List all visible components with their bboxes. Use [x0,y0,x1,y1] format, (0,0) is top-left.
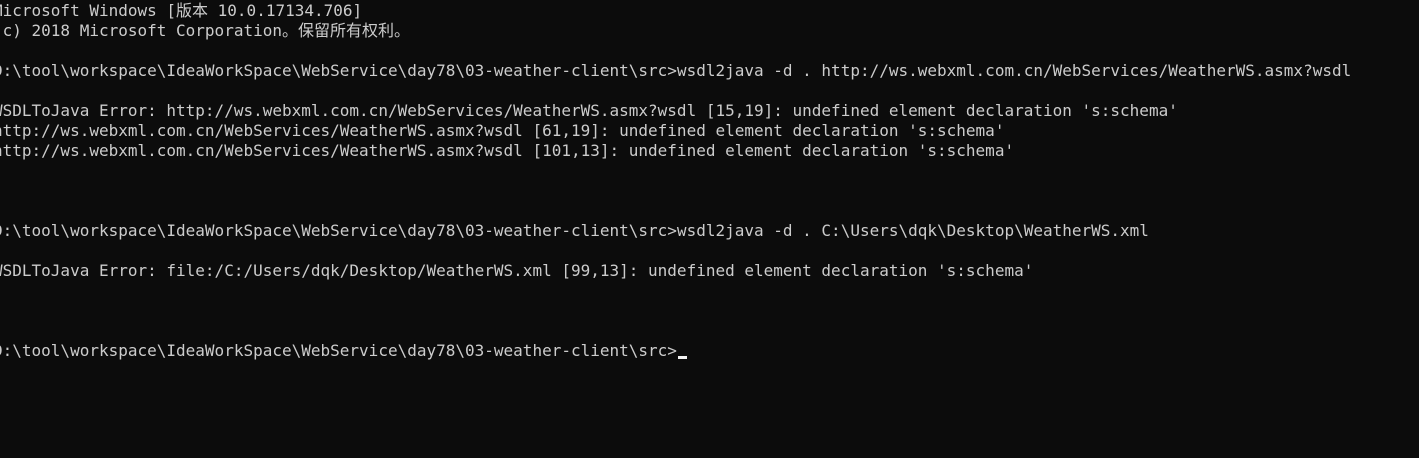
prompt-text: D:\tool\workspace\IdeaWorkSpace\WebServi… [0,341,677,360]
header-version-line: Microsoft Windows [版本 10.0.17134.706] [0,1,363,20]
header-copyright-line: (c) 2018 Microsoft Corporation。保留所有权利。 [0,21,410,40]
console-window[interactable]: Microsoft Windows [版本 10.0.17134.706] (c… [0,0,1419,458]
prompt-line[interactable]: D:\tool\workspace\IdeaWorkSpace\WebServi… [0,341,1419,361]
error-line: WSDLToJava Error: file:/C:/Users/dqk/Des… [0,261,1034,280]
command-line: D:\tool\workspace\IdeaWorkSpace\WebServi… [0,221,1149,240]
command-line: D:\tool\workspace\IdeaWorkSpace\WebServi… [0,61,1352,80]
console-output[interactable]: Microsoft Windows [版本 10.0.17134.706] (c… [0,1,1419,361]
text-cursor [677,356,687,359]
error-line: WSDLToJava Error: http://ws.webxml.com.c… [0,101,1178,120]
error-line: http://ws.webxml.com.cn/WebServices/Weat… [0,141,1015,160]
error-line: http://ws.webxml.com.cn/WebServices/Weat… [0,121,1005,140]
